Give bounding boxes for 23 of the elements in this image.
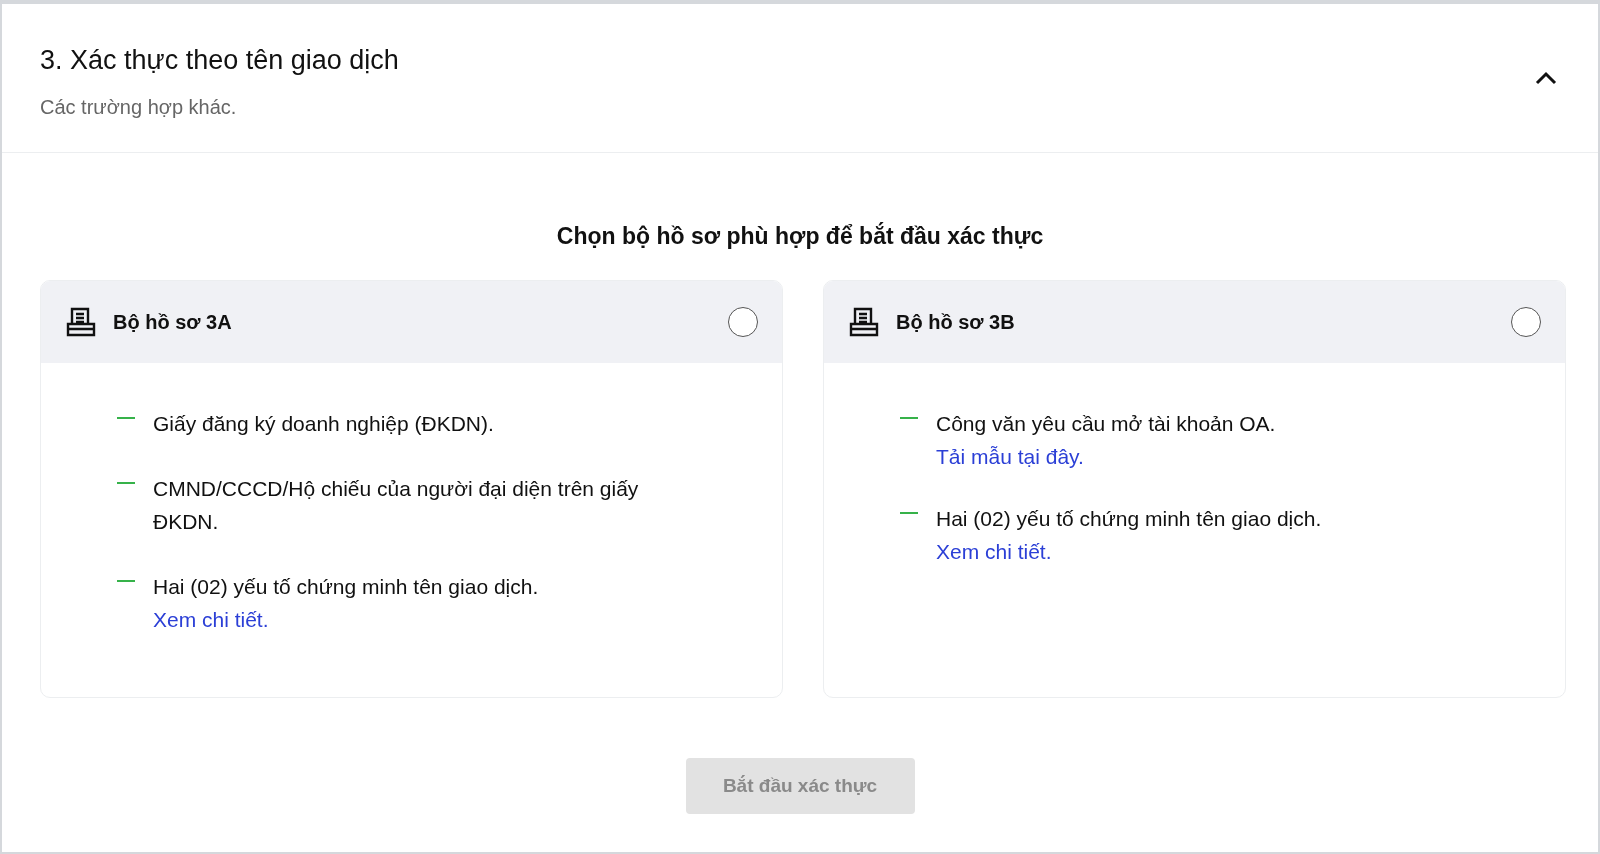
requirement-link[interactable]: Xem chi tiết. <box>936 539 1052 565</box>
requirement-link[interactable]: Xem chi tiết. <box>153 607 269 633</box>
section-title: 3. Xác thực theo tên giao dịch <box>40 45 399 76</box>
dash-bullet-icon <box>117 417 135 419</box>
package-name: Bộ hồ sơ 3A <box>113 310 233 334</box>
requirement-text: Hai (02) yếu tố chứng minh tên giao dịch. <box>936 506 1322 532</box>
requirement-text: Hai (02) yếu tố chứng minh tên giao dịch. <box>153 574 539 600</box>
document-icon <box>65 306 97 338</box>
requirement-text: Công văn yêu cầu mở tài khoản OA. <box>936 411 1276 437</box>
dash-bullet-icon <box>900 512 918 514</box>
prompt-heading: Chọn bộ hồ sơ phù hợp để bắt đầu xác thực <box>556 223 1044 250</box>
dash-bullet-icon <box>117 580 135 582</box>
dash-bullet-icon <box>117 482 135 484</box>
package-radio[interactable] <box>1511 307 1541 337</box>
package-name: Bộ hồ sơ 3B <box>896 310 1016 334</box>
document-icon <box>848 306 880 338</box>
dash-bullet-icon <box>900 417 918 419</box>
requirement-link[interactable]: Tải mẫu tại đây. <box>936 444 1084 470</box>
requirement-text: CMND/CCCD/Hộ chiếu của người đại diện trên giấy ĐKDN. <box>153 476 640 535</box>
requirement-text: Giấy đăng ký doanh nghiệp (ĐKDN). <box>153 411 494 437</box>
package-radio[interactable] <box>728 307 758 337</box>
collapse-caret-icon[interactable] <box>1534 70 1558 86</box>
section-subtitle: Các trường hợp khác. <box>40 96 238 119</box>
